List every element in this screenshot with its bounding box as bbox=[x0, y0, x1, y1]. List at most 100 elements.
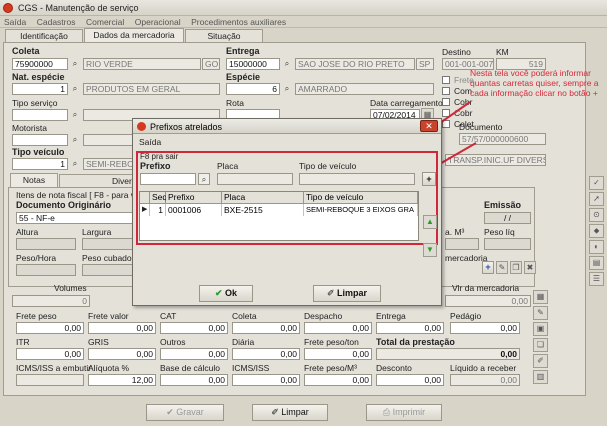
close-icon[interactable]: ✕ bbox=[420, 120, 438, 132]
col-prefixo: Prefixo bbox=[166, 192, 222, 204]
delete-item-icon[interactable]: ✖ bbox=[524, 261, 536, 274]
peso-cubado-field[interactable] bbox=[82, 264, 134, 276]
menu-comercial[interactable]: Comercial bbox=[82, 16, 128, 28]
frete-peso-m3-field[interactable]: 0,00 bbox=[304, 374, 372, 386]
move-down-icon[interactable]: ▼ bbox=[423, 243, 437, 257]
doc-originario-field[interactable]: 55 - NF-e bbox=[16, 212, 134, 224]
search-motorista-icon[interactable]: ⌕ bbox=[69, 134, 81, 146]
search-coleta-icon[interactable]: ⌕ bbox=[69, 58, 81, 70]
vlr-mercadoria-label: Vlr da mercadoria bbox=[452, 283, 520, 293]
documento-label: Documento bbox=[459, 122, 503, 132]
entrega-code-field[interactable]: 15000000 bbox=[226, 58, 280, 70]
nat-especie-label: Nat. espécie bbox=[12, 72, 65, 82]
especie-code-field[interactable]: 6 bbox=[226, 83, 280, 95]
nat-especie-desc-field: PRODUTOS EM GERAL bbox=[83, 83, 220, 95]
checkbox-com[interactable] bbox=[442, 87, 450, 95]
menu-operacional[interactable]: Operacional bbox=[131, 16, 185, 28]
ok-button[interactable]: ✔ Ok bbox=[199, 285, 253, 302]
entrega-val-field[interactable]: 0,00 bbox=[376, 322, 444, 334]
cell-tipo[interactable]: SEMI-REBOQUE 3 EIXOS GRA bbox=[304, 204, 418, 216]
base-calculo-field[interactable]: 0,00 bbox=[160, 374, 228, 386]
cell-seq[interactable]: 1 bbox=[150, 204, 166, 216]
search-prefixo-icon[interactable]: ⌕ bbox=[198, 173, 210, 185]
coleta-val-field[interactable]: 0,00 bbox=[232, 322, 300, 334]
imprimir-button[interactable]: ⎙ Imprimir bbox=[366, 404, 442, 421]
add-prefixo-button[interactable]: + bbox=[422, 172, 436, 186]
search-entrega-icon[interactable]: ⌕ bbox=[281, 58, 293, 70]
search-tipo-servico-icon[interactable]: ⌕ bbox=[69, 109, 81, 121]
tag-icon[interactable]: ⬥ bbox=[589, 224, 604, 238]
layers-icon[interactable]: ▥ bbox=[533, 370, 548, 384]
base-calculo-label: Base de cálculo bbox=[160, 363, 221, 373]
cell-placa[interactable]: BXE-2515 bbox=[222, 204, 304, 216]
tab-notas-fiscais[interactable]: Notas fiscais bbox=[10, 173, 58, 197]
pin-icon[interactable]: ⊙ bbox=[589, 208, 604, 222]
cell-prefixo[interactable]: 0001006 bbox=[166, 204, 222, 216]
peso-hora-field[interactable] bbox=[16, 264, 76, 276]
am3-label: a. M³ bbox=[445, 227, 465, 237]
search-nat-especie-icon[interactable]: ⌕ bbox=[69, 83, 81, 95]
icms-embutir-field[interactable] bbox=[16, 374, 84, 386]
list-icon[interactable]: ☰ bbox=[589, 272, 604, 286]
rota-label: Rota bbox=[226, 98, 244, 108]
tipo-veiculo-code-field[interactable]: 1 bbox=[12, 158, 68, 170]
copy-item-icon[interactable]: ❐ bbox=[510, 261, 522, 274]
cat-field[interactable]: 0,00 bbox=[160, 322, 228, 334]
search-tipo-veiculo-icon[interactable]: ⌕ bbox=[69, 158, 81, 170]
checkbox-cobr-1[interactable] bbox=[442, 98, 450, 106]
emissao-field[interactable]: / / bbox=[484, 212, 531, 224]
pedagio-field[interactable]: 0,00 bbox=[450, 322, 520, 334]
diaria-field[interactable]: 0,00 bbox=[232, 348, 300, 360]
motorista-label: Motorista bbox=[12, 123, 47, 133]
tab-identificacao[interactable]: Identificação bbox=[5, 29, 83, 42]
dialog-menu-saida[interactable]: Saída bbox=[139, 137, 161, 147]
pen-icon[interactable]: ✐ bbox=[533, 354, 548, 368]
gravar-button[interactable]: ✔ Gravar bbox=[146, 404, 224, 421]
arrow-icon[interactable]: ➚ bbox=[589, 192, 604, 206]
am3-field[interactable] bbox=[445, 238, 479, 250]
leaf-icon[interactable]: ◐ bbox=[589, 240, 604, 254]
search-especie-icon[interactable]: ⌕ bbox=[281, 83, 293, 95]
peso-liq-field[interactable] bbox=[484, 238, 531, 250]
itr-field[interactable]: 0,00 bbox=[16, 348, 84, 360]
menu-saida[interactable]: Saída bbox=[0, 16, 30, 28]
motorista-field[interactable] bbox=[12, 134, 68, 146]
calc-icon[interactable]: ▣ bbox=[533, 322, 548, 336]
menu-cadastros[interactable]: Cadastros bbox=[33, 16, 80, 28]
outros-field[interactable]: 0,00 bbox=[160, 348, 228, 360]
nat-especie-code-field[interactable]: 1 bbox=[12, 83, 68, 95]
frete-valor-field[interactable]: 0,00 bbox=[88, 322, 156, 334]
menu-procedimentos[interactable]: Procedimentos auxiliares bbox=[187, 16, 290, 28]
desconto-field[interactable]: 0,00 bbox=[376, 374, 444, 386]
frete-peso-m3-label: Frete peso/M³ bbox=[304, 363, 357, 373]
checkbox-frete[interactable] bbox=[442, 76, 450, 84]
tab-dados-mercadoria[interactable]: Dados da mercadoria bbox=[84, 28, 184, 42]
despacho-field[interactable]: 0,00 bbox=[304, 322, 372, 334]
doc-icon[interactable]: ❏ bbox=[533, 338, 548, 352]
note-icon[interactable]: ✎ bbox=[533, 306, 548, 320]
tab-diversos[interactable]: Diver bbox=[59, 174, 134, 187]
frete-peso-ton-field[interactable]: 0,00 bbox=[304, 348, 372, 360]
dialog-limpar-button[interactable]: ✐ Limpar bbox=[313, 285, 381, 302]
destino-label: Destino bbox=[442, 47, 471, 57]
largura-field[interactable] bbox=[82, 238, 134, 250]
aliquota-field[interactable]: 12,00 bbox=[88, 374, 156, 386]
add-item-icon[interactable]: + bbox=[482, 261, 494, 274]
move-up-icon[interactable]: ▲ bbox=[423, 215, 437, 229]
frete-peso-field[interactable]: 0,00 bbox=[16, 322, 84, 334]
icms-iss-field[interactable]: 0,00 bbox=[232, 374, 300, 386]
col-tipo: Tipo de veículo bbox=[304, 192, 418, 204]
tipo-servico-field[interactable] bbox=[12, 109, 68, 121]
prefixo-input[interactable] bbox=[140, 173, 196, 185]
gris-field[interactable]: 0,00 bbox=[88, 348, 156, 360]
tab-situacao[interactable]: Situação bbox=[185, 29, 263, 42]
table-icon[interactable]: ▤ bbox=[589, 256, 604, 270]
grid-icon[interactable]: ▦ bbox=[533, 290, 548, 304]
check-icon[interactable]: ✓ bbox=[589, 176, 604, 190]
limpar-button[interactable]: ✐ Limpar bbox=[252, 404, 328, 421]
altura-label: Altura bbox=[16, 227, 39, 237]
edit-item-icon[interactable]: ✎ bbox=[496, 261, 508, 274]
altura-field[interactable] bbox=[16, 238, 76, 250]
total-prestacao-label: Total da prestação bbox=[376, 337, 455, 347]
coleta-code-field[interactable]: 75900000 bbox=[12, 58, 68, 70]
